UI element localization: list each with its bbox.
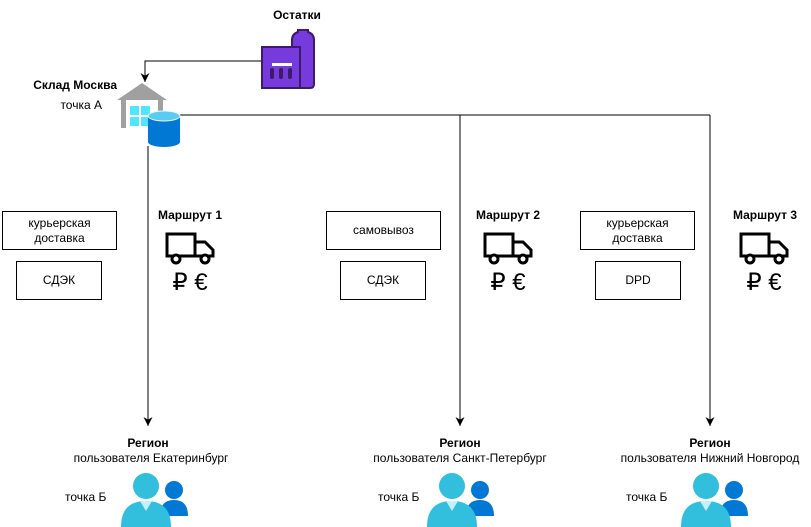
carrier-box[interactable]: DPD	[595, 261, 681, 300]
users-icon	[121, 473, 188, 527]
point-label: точка Б	[626, 490, 668, 504]
route-title: Маршрут 2	[475, 208, 541, 222]
point-label: точка Б	[65, 490, 107, 504]
users-icon	[681, 473, 748, 527]
warehouse-point: точка А	[60, 98, 102, 112]
currency-icons: ₽ €	[746, 269, 782, 296]
region-title: Регион	[689, 436, 731, 450]
truck-icon	[165, 232, 215, 265]
delivery-type-box[interactable]: самовывоз	[326, 211, 441, 250]
route-title: Маршрут 3	[732, 208, 798, 222]
stock-arrow	[140, 60, 262, 82]
carrier-box[interactable]: СДЭК	[16, 261, 102, 300]
region-name: пользователя Санкт-Петербург	[373, 451, 547, 465]
region-title: Регион	[127, 436, 169, 450]
region-name: пользователя Нижний Новгород	[620, 451, 800, 465]
delivery-type-box[interactable]: курьерская доставка	[580, 211, 695, 250]
route-title: Маршрут 1	[157, 208, 223, 222]
warehouse-name: Склад Москва	[33, 78, 117, 92]
truck-icon	[483, 232, 533, 265]
point-label: точка Б	[378, 490, 420, 504]
database-icon	[147, 110, 181, 147]
region-name: пользователя Екатеринбург	[73, 451, 229, 465]
delivery-type-box[interactable]: курьерская доставка	[2, 211, 117, 250]
stock-label: Остатки	[273, 8, 321, 22]
carrier-box[interactable]: СДЭК	[340, 261, 426, 300]
currency-icons: ₽ €	[490, 269, 526, 296]
truck-icon	[739, 232, 789, 265]
currency-icons: ₽ €	[172, 269, 208, 296]
stock-icon	[261, 29, 315, 89]
users-icon	[427, 473, 494, 527]
region-title: Регион	[439, 436, 481, 450]
